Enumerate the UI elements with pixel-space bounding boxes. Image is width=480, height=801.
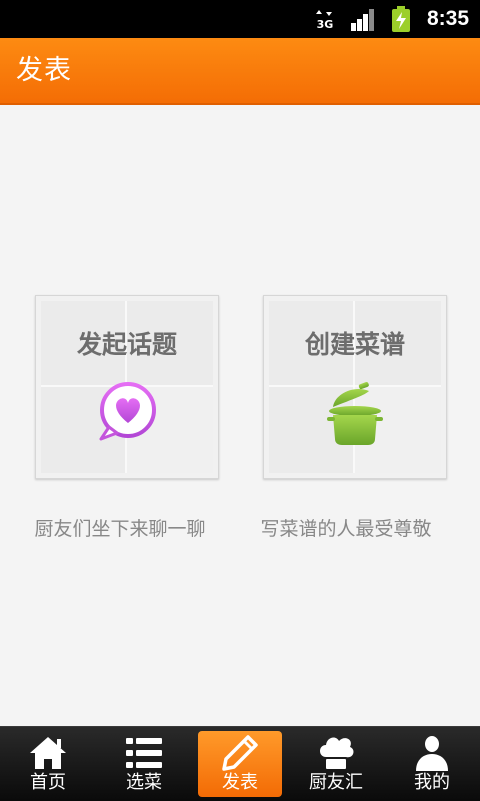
clock-time: 8:35 xyxy=(426,7,470,30)
home-icon xyxy=(30,737,66,769)
nav-label: 首页 xyxy=(30,772,66,793)
battery-charging-icon xyxy=(392,6,410,32)
page-title: 发表 xyxy=(16,55,72,86)
nav-mine[interactable]: 我的 xyxy=(384,727,480,801)
card-title: 发起话题 xyxy=(76,330,177,359)
list-icon xyxy=(126,738,162,768)
cooking-pot-icon xyxy=(327,382,383,445)
network-3g-icon: 3G xyxy=(316,10,334,30)
card-face: 创建菜谱 xyxy=(269,301,441,473)
start-topic-caption: 厨友们坐下来聊一聊 xyxy=(34,518,206,540)
nav-label: 发表 xyxy=(222,772,258,793)
create-recipe-caption: 写菜谱的人最受尊敬 xyxy=(260,518,432,540)
user-icon xyxy=(416,736,448,771)
title-bar: 发表 xyxy=(0,38,480,105)
status-bar: 3G 8:35 xyxy=(0,0,480,38)
nav-publish[interactable]: 发表 xyxy=(196,727,292,801)
bottom-nav: 首页 选菜 发表 厨友汇 我的 xyxy=(0,726,480,801)
create-recipe-card[interactable]: 创建菜谱 xyxy=(263,295,447,479)
start-topic-card[interactable]: 发起话题 xyxy=(35,295,219,479)
nav-chef-club[interactable]: 厨友汇 xyxy=(288,727,384,801)
nav-home[interactable]: 首页 xyxy=(0,727,96,801)
nav-label: 选菜 xyxy=(126,772,162,793)
pencil-icon xyxy=(222,735,258,771)
card-face: 发起话题 xyxy=(41,301,213,473)
card-title: 创建菜谱 xyxy=(304,330,405,359)
chef-hat-icon xyxy=(320,737,354,769)
nav-choose-dish[interactable]: 选菜 xyxy=(96,727,192,801)
nav-label: 我的 xyxy=(414,772,450,793)
svg-text:3G: 3G xyxy=(317,18,334,30)
signal-strength-icon xyxy=(351,9,374,31)
nav-label: 厨友汇 xyxy=(309,772,363,793)
chat-heart-icon xyxy=(99,382,156,441)
